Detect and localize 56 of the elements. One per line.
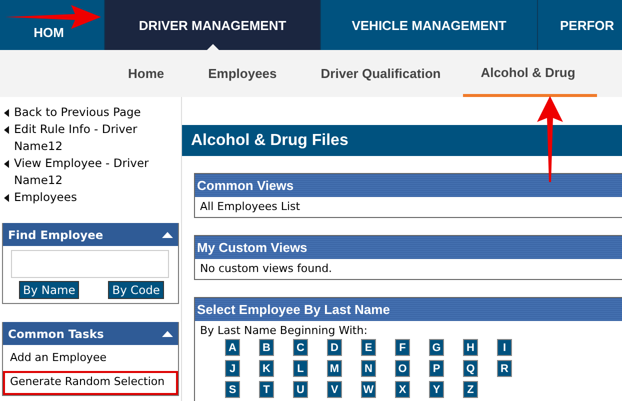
letter-button[interactable]: U [293,381,308,398]
collapse-icon[interactable] [162,232,173,238]
letter-button[interactable]: V [327,381,342,398]
caret-icon [4,194,9,202]
letter-button[interactable]: A [225,339,240,356]
collapse-icon[interactable] [162,330,173,336]
letter-button[interactable]: E [361,339,376,356]
letter-button[interactable]: P [429,360,444,377]
letter-button[interactable]: M [327,360,342,377]
panel-title: Common Tasks [8,326,104,340]
letter-button[interactable]: K [259,360,274,377]
page-title: Alcohol & Drug Files [182,125,622,156]
letter-button[interactable]: W [361,381,376,398]
letter-button[interactable]: I [497,339,512,356]
section-header: Common Views [195,174,622,197]
letter-button[interactable]: F [395,339,410,356]
section-header: Select Employee By Last Name [195,298,622,321]
search-field[interactable] [11,250,169,278]
nav-tab[interactable]: PERFOR [538,0,622,50]
nav-tab[interactable]: DRIVER MANAGEMENT [105,0,321,50]
subnav-tab[interactable]: Driver Qualification [298,50,463,97]
prompt-text: By Last Name Beginning With: [200,323,368,339]
letter-button[interactable]: C [293,339,308,356]
search-button[interactable]: By Code [108,281,164,299]
caret-icon [4,109,9,117]
letter-button[interactable]: R [497,360,512,377]
letter-button[interactable]: L [293,360,308,377]
breadcrumb-link[interactable]: View Employee - Driver Name12 [14,155,154,189]
letter-button[interactable]: H [463,339,478,356]
letter-button[interactable]: G [429,339,444,356]
letter-button[interactable]: X [395,381,410,398]
letter-button[interactable]: J [225,360,240,377]
letter-button[interactable]: Q [463,360,478,377]
letter-button[interactable]: T [259,381,274,398]
view-link[interactable]: All Employees List [200,199,617,215]
section-header: My Custom Views [195,236,622,259]
task-link[interactable]: Add an Employee [3,347,178,371]
letter-button[interactable]: S [225,381,240,398]
breadcrumb-link[interactable]: Edit Rule Info - Driver Name12 [14,121,154,155]
subnav-tab[interactable]: Home [106,50,186,97]
breadcrumb-link[interactable]: Back to Previous Page [14,104,141,121]
empty-message: No custom views found. [200,261,334,277]
letter-button[interactable]: O [395,360,410,377]
search-button[interactable]: By Name [19,281,80,299]
subnav-tab[interactable]: Employees [186,50,299,97]
letter-button[interactable]: B [259,339,274,356]
letter-button[interactable]: Y [429,381,444,398]
breadcrumb-link[interactable]: Employees [14,189,77,206]
letter-button[interactable]: Z [463,381,478,398]
task-link[interactable]: Generate Random Selection [3,371,178,395]
subnav-tab[interactable]: Alcohol & Drug [462,50,598,97]
caret-icon [4,126,9,134]
letter-button[interactable]: N [361,360,376,377]
caret-icon [4,160,9,168]
letter-button[interactable]: D [327,339,342,356]
panel-title: Find Employee [8,228,104,242]
